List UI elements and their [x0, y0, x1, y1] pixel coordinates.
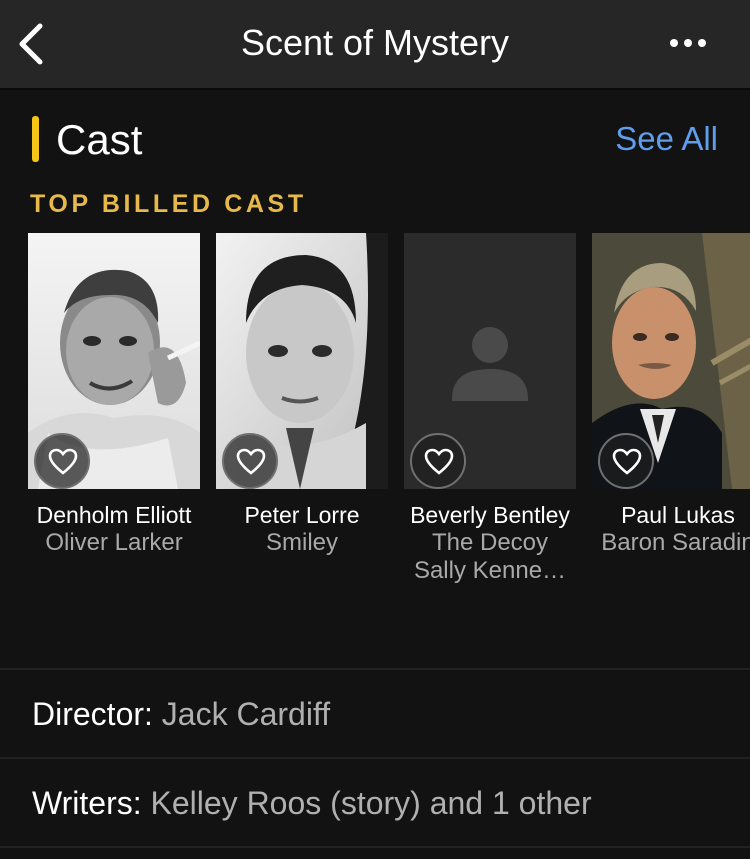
navigation-bar: Scent of Mystery — [0, 0, 750, 90]
favorite-button[interactable] — [410, 433, 466, 489]
cast-photo[interactable] — [592, 233, 750, 489]
favorite-button[interactable] — [222, 433, 278, 489]
cast-role: Baron Saradin — [601, 529, 750, 556]
cast-photo[interactable] — [216, 233, 388, 489]
more-horizontal-icon — [670, 39, 678, 47]
cast-role: Oliver Larker — [45, 529, 183, 556]
cast-name: Denholm Elliott — [36, 502, 192, 528]
top-billed-cast-label: TOP BILLED CAST — [30, 190, 307, 218]
cast-card[interactable]: Denholm Elliott Oliver Larker — [28, 233, 200, 557]
section-accent-bar — [32, 116, 39, 162]
director-label: Director: — [32, 696, 153, 732]
heart-outline-icon — [48, 448, 78, 475]
heart-outline-icon — [612, 448, 642, 475]
see-all-link[interactable]: See All — [615, 116, 718, 162]
cast-card[interactable]: Beverly Bentley The Decoy Sally Kenne… — [404, 233, 576, 585]
cast-card[interactable]: Peter Lorre Smiley — [216, 233, 388, 557]
cast-role: Smiley — [265, 529, 338, 556]
divider — [0, 846, 750, 848]
cast-card[interactable]: Paul Lukas Baron Saradin — [592, 233, 750, 557]
favorite-button[interactable] — [598, 433, 654, 489]
cast-name: Paul Lukas — [621, 502, 735, 528]
divider — [0, 668, 750, 670]
page-title: Scent of Mystery — [240, 22, 510, 63]
more-options-button[interactable] — [670, 34, 710, 54]
writers-row[interactable]: Writers: Kelley Roos (story) and 1 other — [32, 783, 592, 823]
cast-photo[interactable] — [28, 233, 200, 489]
writers-value[interactable]: Kelley Roos (story) and 1 other — [151, 785, 592, 821]
divider — [0, 757, 750, 759]
cast-name: Peter Lorre — [244, 502, 360, 528]
section-title: Cast — [56, 116, 143, 163]
cast-photo[interactable] — [404, 233, 576, 489]
cast-name: Beverly Bentley — [410, 502, 570, 528]
heart-outline-icon — [236, 448, 266, 475]
heart-outline-icon — [424, 448, 454, 475]
cast-role: The Decoy Sally Kenne… — [413, 529, 567, 584]
director-value[interactable]: Jack Cardiff — [162, 696, 330, 732]
director-row[interactable]: Director: Jack Cardiff — [32, 694, 330, 734]
favorite-button[interactable] — [34, 433, 90, 489]
writers-label: Writers: — [32, 785, 142, 821]
